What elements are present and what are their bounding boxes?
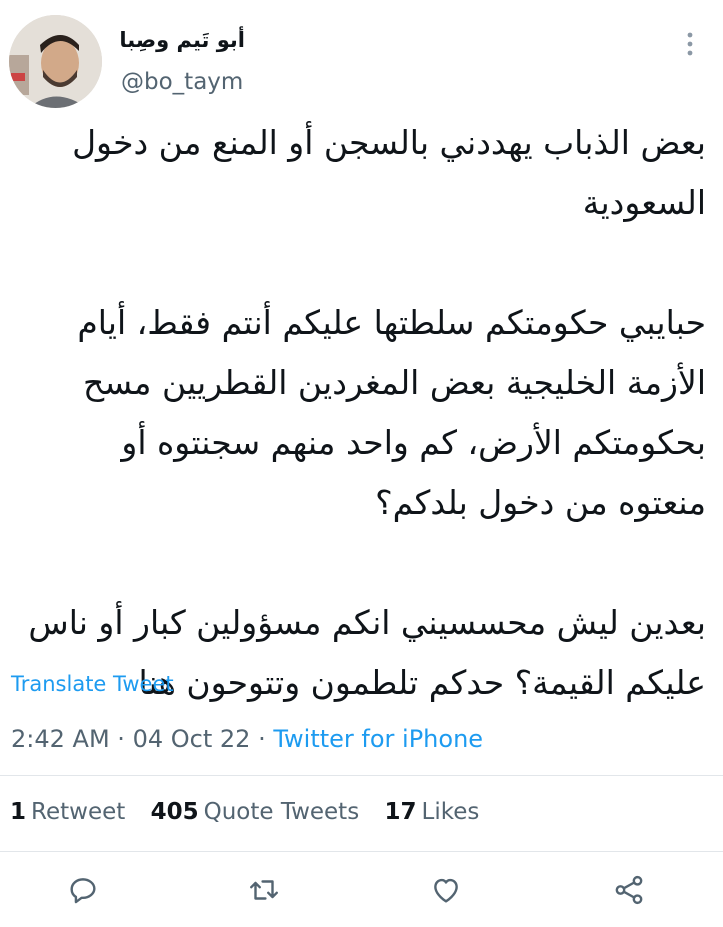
meta-separator: · (117, 725, 125, 753)
tweet-source-link[interactable]: Twitter for iPhone (273, 725, 483, 753)
likes-stat[interactable]: 17 Likes (385, 799, 480, 825)
retweets-label: Retweet (31, 799, 126, 825)
tweet-date: 04 Oct 22 (132, 725, 251, 753)
author-name[interactable]: أبو تَيم وصِبا (119, 28, 245, 52)
quote-tweets-count: 405 (150, 799, 199, 825)
share-icon[interactable] (612, 873, 646, 907)
tweet-meta: 2:42 AM · 04 Oct 22 · Twitter for iPhone (11, 725, 483, 753)
tweet-line: منعتوه من دخول بلدكم؟ (375, 483, 706, 522)
retweets-count: 1 (10, 799, 27, 825)
tweet-line: الأزمة الخليجية بعض المغردين القطريين مس… (83, 363, 706, 402)
avatar[interactable] (9, 15, 102, 108)
tweet-line: بعدين ليش محسسيني انكم مسؤولين كبار أو ن… (28, 603, 706, 642)
retweets-stat[interactable]: 1 Retweet (10, 799, 125, 825)
tweet-stats: 1 Retweet 405 Quote Tweets 17 Likes (10, 799, 497, 825)
more-vertical-icon[interactable] (680, 30, 700, 58)
tweet-line: بحكومتكم الأرض، كم واحد منهم سجنتوه أو (121, 423, 706, 462)
retweet-icon[interactable] (247, 873, 281, 907)
quote-tweets-label: Quote Tweets (203, 799, 360, 825)
divider (0, 851, 723, 852)
tweet-time: 2:42 AM (11, 725, 110, 753)
tweet-paragraph: بعض الذباب يهددني بالسجن أو المنع من دخو… (16, 113, 706, 233)
heart-icon[interactable] (429, 873, 463, 907)
quote-tweets-stat[interactable]: 405 Quote Tweets (151, 799, 360, 825)
reply-icon[interactable] (66, 873, 100, 907)
divider (0, 775, 723, 776)
tweet-text: بعض الذباب يهددني بالسجن أو المنع من دخو… (16, 113, 706, 713)
likes-count: 17 (384, 799, 417, 825)
meta-separator: · (258, 725, 266, 753)
tweet-line: السعودية (582, 183, 706, 222)
tweet-paragraph: حبايبي حكومتكم سلطتها عليكم أنتم فقط، أي… (16, 293, 706, 533)
author-handle[interactable]: @bo_taym (121, 69, 243, 95)
translate-tweet-link[interactable]: Translate Tweet (11, 672, 174, 696)
tweet-line: حبايبي حكومتكم سلطتها عليكم أنتم فقط، أي… (77, 303, 706, 342)
tweet-line: بعض الذباب يهددني بالسجن أو المنع من دخو… (72, 123, 706, 162)
likes-label: Likes (421, 799, 480, 825)
